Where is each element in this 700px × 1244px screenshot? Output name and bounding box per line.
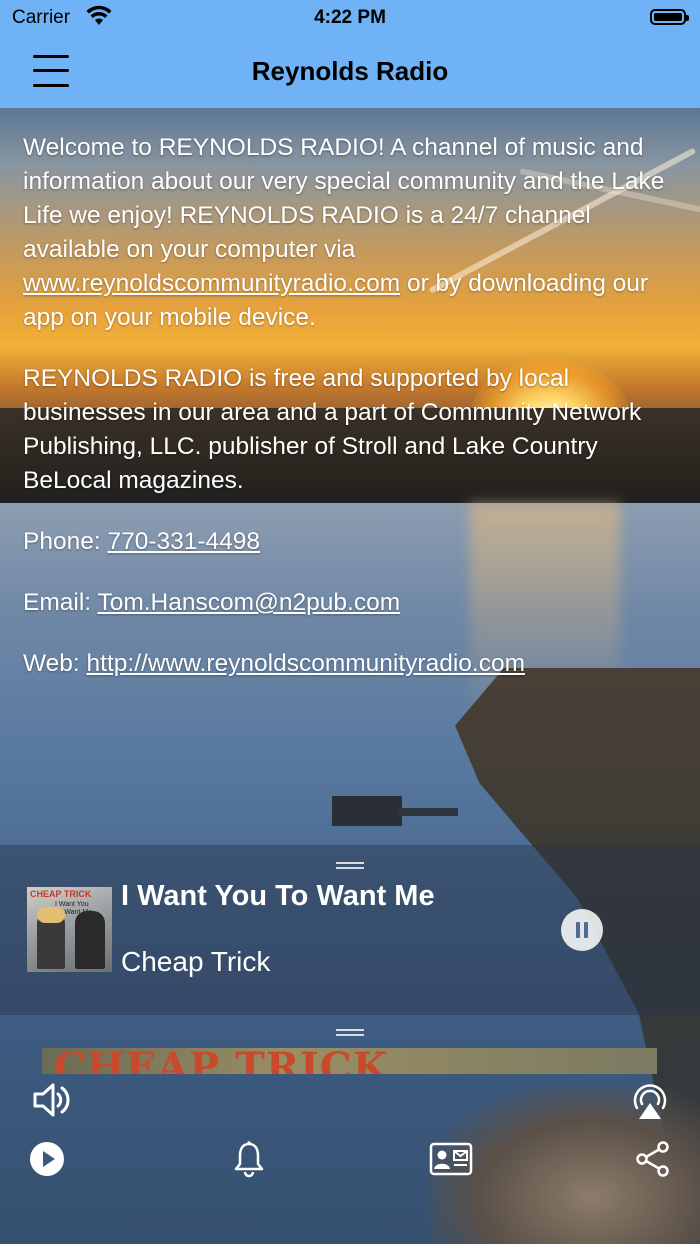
email-link[interactable]: Tom.Hanscom@n2pub.com	[97, 589, 400, 616]
phone-link[interactable]: 770-331-4498	[107, 528, 260, 555]
website-link[interactable]: www.reynoldscommunityradio.com	[23, 270, 400, 297]
contact-card-icon[interactable]	[429, 1142, 473, 1176]
web-link[interactable]: http://www.reynoldscommunityradio.com	[87, 650, 525, 677]
about-content: Welcome to REYNOLDS RADIO! A channel of …	[23, 131, 683, 708]
play-icon[interactable]	[29, 1141, 65, 1177]
song-artist: Cheap Trick	[121, 946, 271, 977]
clock: 4:22 PM	[314, 7, 386, 28]
album-band-text: CHEAP TRICK	[30, 889, 92, 899]
song-title: I Want You To Want Me	[121, 880, 435, 912]
navigation-bar: Reynolds Radio	[0, 36, 700, 108]
volume-icon[interactable]	[32, 1080, 74, 1120]
airplay-icon[interactable]	[628, 1078, 672, 1122]
album-banner-image: CHEAP TRICK	[42, 1048, 657, 1074]
dock-walkway	[398, 808, 458, 816]
share-icon[interactable]	[635, 1140, 671, 1178]
pause-button[interactable]	[561, 909, 603, 951]
drag-handle[interactable]	[336, 1029, 364, 1036]
album-art: CHEAP TRICK I Want You To Want Me	[27, 887, 112, 972]
status-bar: Carrier 4:22 PM	[0, 0, 700, 36]
web-line: Web: http://www.reynoldscommunityradio.c…	[23, 650, 525, 677]
drag-handle[interactable]	[336, 862, 364, 869]
email-line: Email: Tom.Hanscom@n2pub.com	[23, 589, 401, 616]
phone-line: Phone: 770-331-4498	[23, 528, 261, 555]
banner-text: CHEAP TRICK	[54, 1048, 389, 1074]
pause-icon	[576, 922, 580, 938]
bell-icon[interactable]	[233, 1140, 265, 1178]
battery-icon	[650, 9, 689, 25]
page-title: Reynolds Radio	[251, 56, 449, 86]
support-paragraph: REYNOLDS RADIO is free and supported by …	[23, 365, 642, 494]
boat-dock	[332, 796, 402, 826]
intro-paragraph: Welcome to REYNOLDS RADIO! A channel of …	[23, 134, 665, 331]
